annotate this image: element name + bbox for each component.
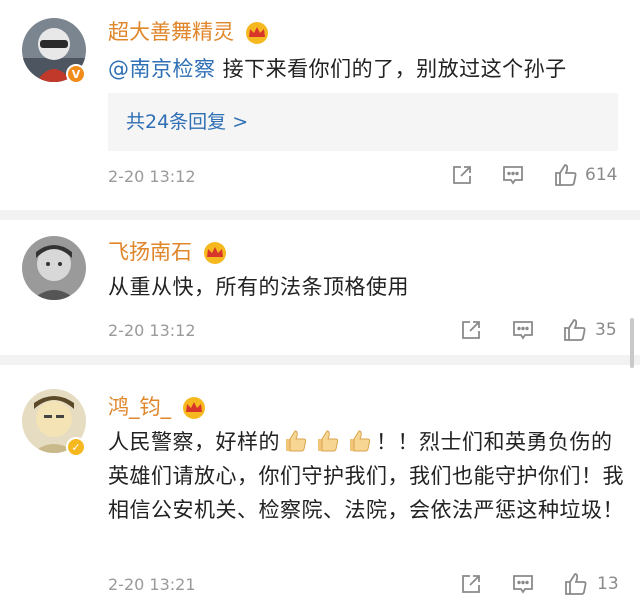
thumbs-up-emoji — [286, 430, 307, 452]
thumbs-up-emoji — [318, 430, 339, 452]
section-divider — [0, 355, 640, 365]
avatar[interactable] — [22, 236, 86, 300]
crown-icon — [204, 242, 226, 264]
timestamp: 2-20 13:12 — [108, 167, 196, 186]
comment-item: V 超大善舞精灵 @南京检察 接下来看你们的了，别放过这个孙子 共24条回复 >… — [0, 0, 640, 210]
mention-link[interactable]: @南京检察 — [108, 57, 216, 81]
username[interactable]: 飞扬南石 — [108, 238, 192, 266]
replies-box[interactable]: 共24条回复 > — [108, 93, 618, 151]
scrollbar[interactable] — [630, 318, 634, 368]
section-divider — [0, 210, 640, 220]
verified-icon: V — [66, 64, 86, 84]
view-replies-link[interactable]: 共24条回复 > — [126, 107, 248, 134]
crown-icon — [246, 22, 268, 44]
username[interactable]: 超大善舞精灵 — [108, 18, 234, 46]
share-icon[interactable] — [459, 318, 483, 342]
like-count: 13 — [597, 574, 619, 594]
like-icon[interactable] — [553, 162, 579, 188]
comment-text: @南京检察 接下来看你们的了，别放过这个孙子 — [108, 57, 567, 81]
comment-item: ✓ 鸿_钧_ 人民警察，好样的 ！！烈士们和英勇负伤的英雄们请放心，你们守护我们… — [0, 365, 640, 615]
like-icon[interactable] — [563, 571, 589, 597]
crown-icon — [183, 397, 205, 419]
comment-icon[interactable] — [501, 163, 525, 187]
timestamp: 2-20 13:12 — [108, 321, 196, 340]
comment-item: 飞扬南石 从重从快，所有的法条顶格使用 2-20 13:12 35 — [0, 220, 640, 355]
like-icon[interactable] — [562, 317, 588, 343]
comment-icon[interactable] — [511, 318, 535, 342]
share-icon[interactable] — [459, 572, 483, 596]
username[interactable]: 鸿_钧_ — [108, 393, 171, 421]
comment-text: 从重从快，所有的法条顶格使用 — [108, 275, 409, 299]
like-count: 35 — [595, 320, 617, 340]
timestamp: 2-20 13:21 — [108, 575, 196, 594]
comment-icon[interactable] — [511, 572, 535, 596]
comment-text: 人民警察，好样的 ！！烈士们和英勇负伤的英雄们请放心，你们守护我们，我们也能守护… — [108, 430, 624, 522]
share-icon[interactable] — [450, 163, 474, 187]
thumbs-up-emoji — [350, 430, 371, 452]
verified-icon: ✓ — [66, 437, 86, 457]
like-count: 614 — [585, 165, 618, 185]
